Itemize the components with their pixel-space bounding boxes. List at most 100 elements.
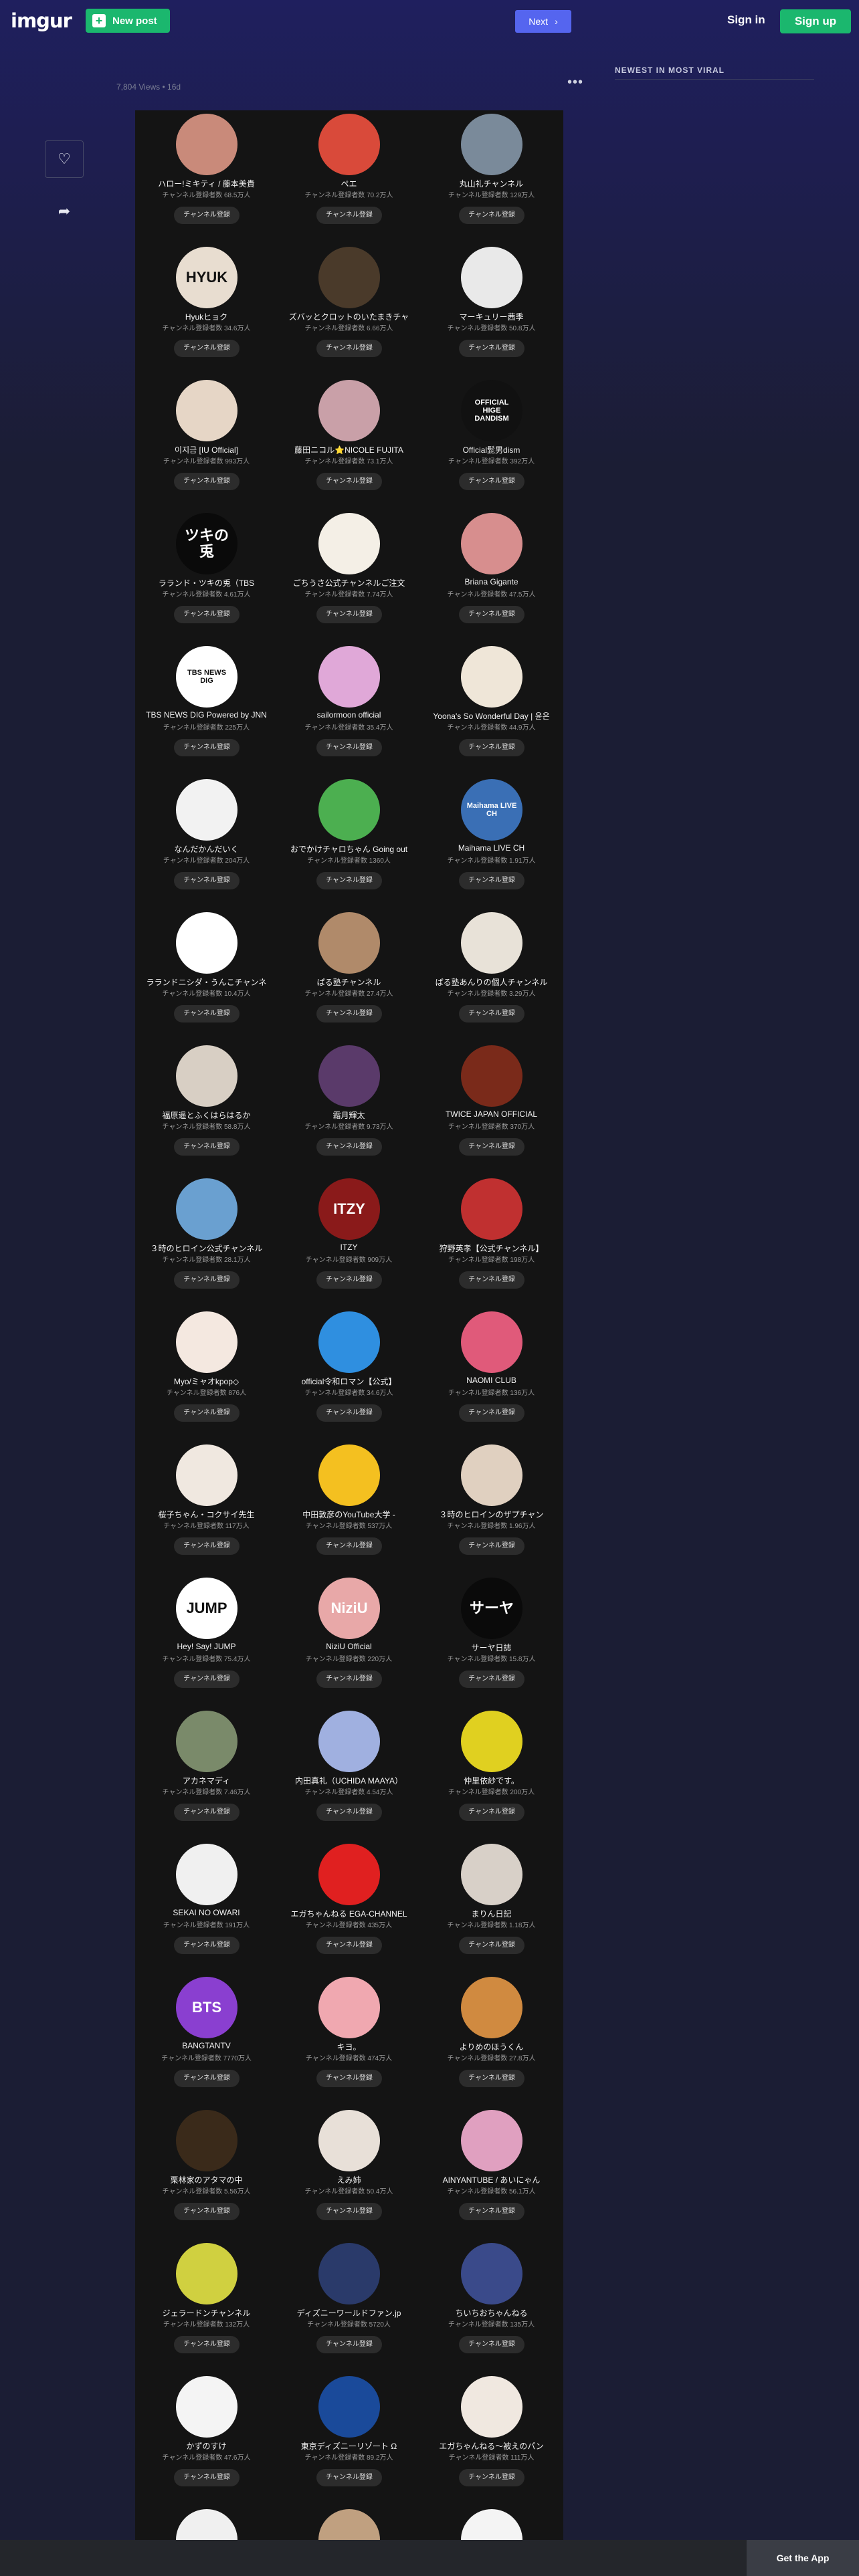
- subscribe-button[interactable]: チャンネル登録: [316, 1671, 382, 1688]
- channel-name[interactable]: ３時のヒロインのザプチャン: [423, 1509, 560, 1520]
- channel-name[interactable]: NiziU Official: [280, 1642, 417, 1651]
- sign-up-button[interactable]: Sign up: [780, 9, 851, 33]
- channel-avatar[interactable]: OFFICIAL HIGE DANDISM: [461, 380, 522, 441]
- channel-name[interactable]: ハロー!ミキティ / 藤本美貴: [138, 178, 275, 189]
- imgur-logo[interactable]: imgur: [11, 9, 72, 32]
- subscribe-button[interactable]: チャンネル登録: [174, 1537, 240, 1555]
- channel-avatar[interactable]: [176, 1045, 237, 1107]
- channel-avatar[interactable]: サーヤ: [461, 1578, 522, 1639]
- subscribe-button[interactable]: チャンネル登録: [174, 606, 240, 623]
- subscribe-button[interactable]: チャンネル登録: [174, 2469, 240, 2486]
- subscribe-button[interactable]: チャンネル登録: [174, 2070, 240, 2087]
- subscribe-button[interactable]: チャンネル登録: [459, 1804, 524, 1821]
- channel-avatar[interactable]: BTS: [176, 1977, 237, 2038]
- channel-name[interactable]: ペエ: [280, 178, 417, 189]
- subscribe-button[interactable]: チャンネル登録: [459, 1537, 524, 1555]
- new-post-button[interactable]: + New post: [86, 9, 170, 33]
- channel-name[interactable]: BANGTANTV: [138, 2041, 275, 2050]
- subscribe-button[interactable]: チャンネル登録: [459, 2336, 524, 2353]
- subscribe-button[interactable]: チャンネル登録: [459, 207, 524, 224]
- subscribe-button[interactable]: チャンネル登録: [459, 1671, 524, 1688]
- channel-avatar[interactable]: NiziU: [318, 1578, 380, 1639]
- subscribe-button[interactable]: チャンネル登録: [459, 1937, 524, 1954]
- channel-name[interactable]: Hey! Say! JUMP: [138, 1642, 275, 1651]
- channel-avatar[interactable]: [176, 1444, 237, 1506]
- subscribe-button[interactable]: チャンネル登録: [174, 207, 240, 224]
- channel-avatar[interactable]: TBS NEWS DIG: [176, 646, 237, 708]
- channel-avatar[interactable]: [318, 779, 380, 841]
- channel-avatar[interactable]: [318, 114, 380, 175]
- channel-name[interactable]: AINYANTUBE / あいにゃん: [423, 2174, 560, 2185]
- channel-name[interactable]: 藤田ニコル⭐NICOLE FUJITA: [280, 444, 417, 455]
- subscribe-button[interactable]: チャンネル登録: [316, 739, 382, 756]
- channel-name[interactable]: 仲里依紗です。: [423, 1775, 560, 1786]
- channel-avatar[interactable]: [176, 912, 237, 974]
- channel-name[interactable]: かずのすけ: [138, 2440, 275, 2452]
- channel-avatar[interactable]: [176, 2110, 237, 2171]
- channel-avatar[interactable]: [318, 912, 380, 974]
- channel-name[interactable]: SEKAI NO OWARI: [138, 1908, 275, 1917]
- channel-name[interactable]: サーヤ日誌: [423, 1642, 560, 1653]
- channel-avatar[interactable]: HYUK: [176, 247, 237, 308]
- channel-name[interactable]: Yoona's So Wonderful Day | 윤은: [423, 710, 560, 722]
- channel-name[interactable]: 丸山礼チャンネル: [423, 178, 560, 189]
- channel-name[interactable]: 栗林家のアタマの中: [138, 2174, 275, 2185]
- channel-avatar[interactable]: ツキの兎: [176, 513, 237, 574]
- channel-name[interactable]: Official髭男dism: [423, 444, 560, 455]
- channel-name[interactable]: エガちゃんねる～被えのパン: [423, 2440, 560, 2452]
- subscribe-button[interactable]: チャンネル登録: [316, 340, 382, 357]
- channel-avatar[interactable]: JUMP: [176, 1578, 237, 1639]
- channel-name[interactable]: まりん日記: [423, 1908, 560, 1919]
- sign-in-link[interactable]: Sign in: [727, 13, 765, 27]
- subscribe-button[interactable]: チャンネル登録: [316, 1271, 382, 1289]
- subscribe-button[interactable]: チャンネル登録: [174, 739, 240, 756]
- channel-avatar[interactable]: [461, 1844, 522, 1905]
- channel-avatar[interactable]: [318, 2376, 380, 2438]
- channel-avatar[interactable]: [318, 2110, 380, 2171]
- channel-name[interactable]: ITZY: [280, 1243, 417, 1252]
- channel-avatar[interactable]: [318, 513, 380, 574]
- channel-name[interactable]: sailormoon official: [280, 710, 417, 720]
- channel-avatar[interactable]: [461, 513, 522, 574]
- channel-avatar[interactable]: [461, 646, 522, 708]
- channel-name[interactable]: TBS NEWS DIG Powered by JNN: [138, 710, 275, 720]
- channel-avatar[interactable]: [176, 779, 237, 841]
- channel-name[interactable]: キヨ。: [280, 2041, 417, 2052]
- channel-avatar[interactable]: [176, 1311, 237, 1373]
- channel-name[interactable]: Myo/ミャオkpop◇: [138, 1376, 275, 1387]
- channel-name[interactable]: 中田敦彦のYouTube大学 -: [280, 1509, 417, 1520]
- channel-name[interactable]: NAOMI CLUB: [423, 1376, 560, 1385]
- channel-avatar[interactable]: [461, 1178, 522, 1240]
- share-button[interactable]: ➦: [54, 201, 75, 222]
- channel-avatar[interactable]: [318, 2243, 380, 2304]
- subscribe-button[interactable]: チャンネル登録: [459, 2469, 524, 2486]
- favorite-button[interactable]: ♡: [45, 140, 84, 178]
- channel-avatar[interactable]: [461, 1444, 522, 1506]
- channel-name[interactable]: ディズニーワールドファン.jp: [280, 2307, 417, 2319]
- channel-avatar[interactable]: [318, 247, 380, 308]
- subscribe-button[interactable]: チャンネル登録: [174, 1271, 240, 1289]
- channel-name[interactable]: ズバッとクロットのいたまきチャ: [280, 311, 417, 322]
- channel-avatar[interactable]: [318, 1444, 380, 1506]
- channel-name[interactable]: ちいちおちゃんねる: [423, 2307, 560, 2319]
- subscribe-button[interactable]: チャンネル登録: [174, 473, 240, 490]
- subscribe-button[interactable]: チャンネル登録: [174, 1005, 240, 1023]
- channel-name[interactable]: 狩野英孝【公式チャンネル】: [423, 1243, 560, 1254]
- channel-name[interactable]: おでかけチャロちゃん Going out: [280, 843, 417, 855]
- channel-avatar[interactable]: [461, 1977, 522, 2038]
- subscribe-button[interactable]: チャンネル登録: [459, 872, 524, 889]
- channel-avatar[interactable]: [318, 1311, 380, 1373]
- subscribe-button[interactable]: チャンネル登録: [316, 1138, 382, 1156]
- subscribe-button[interactable]: チャンネル登録: [174, 1671, 240, 1688]
- channel-avatar[interactable]: [318, 1844, 380, 1905]
- channel-avatar[interactable]: [318, 1977, 380, 2038]
- channel-name[interactable]: Hyukヒョク: [138, 311, 275, 322]
- channel-name[interactable]: ぱる塾チャンネル: [280, 976, 417, 988]
- subscribe-button[interactable]: チャンネル登録: [316, 1005, 382, 1023]
- subscribe-button[interactable]: チャンネル登録: [459, 473, 524, 490]
- channel-name[interactable]: エガちゃんねる EGA-CHANNEL: [280, 1908, 417, 1919]
- channel-avatar[interactable]: [176, 2243, 237, 2304]
- subscribe-button[interactable]: チャンネル登録: [174, 2336, 240, 2353]
- channel-name[interactable]: 桜子ちゃん・コクサイ先生: [138, 1509, 275, 1520]
- channel-avatar[interactable]: [461, 1711, 522, 1772]
